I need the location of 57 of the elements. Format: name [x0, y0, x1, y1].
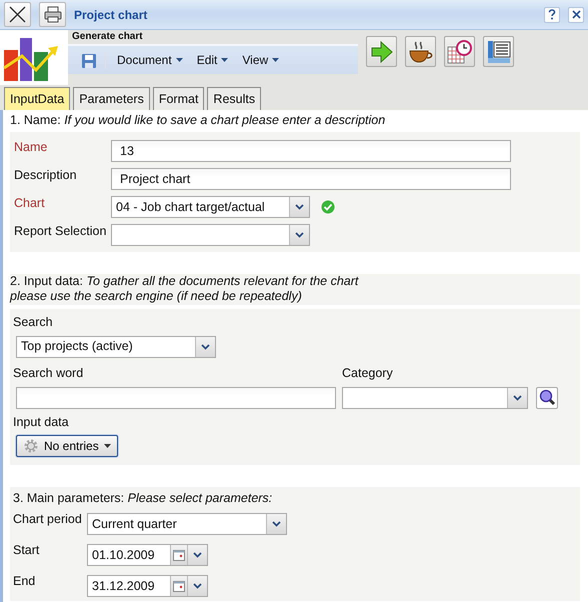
field-label: Search	[13, 314, 54, 331]
go-button[interactable]	[366, 36, 397, 67]
calendar-clock-icon	[446, 40, 472, 64]
printer-icon	[44, 6, 62, 23]
help-icon	[548, 8, 556, 20]
section-heading: 3. Main parameters: Please select parameters:	[13, 491, 274, 506]
close-button[interactable]	[568, 6, 584, 22]
section-heading: 2. Input data: To gather all the documents relevant for the chart please use the search engine (if need be repeatedly)	[10, 274, 360, 304]
layout-button[interactable]	[483, 36, 514, 67]
ruler-list-icon	[486, 40, 510, 64]
arrow-right-icon	[370, 40, 394, 64]
menu-button[interactable]: Document	[110, 51, 190, 69]
toolbar-title: Generate chart	[71, 30, 144, 44]
text-field[interactable]: Project chart	[111, 168, 511, 190]
field-label: Name	[14, 139, 48, 155]
dropdown[interactable]: 04 - Job chart target/actual	[111, 196, 310, 218]
tab[interactable]: Format	[152, 87, 204, 110]
field-label: Search word	[13, 364, 84, 382]
date-field[interactable]: 31.12.2009	[87, 575, 208, 598]
tab[interactable]: InputData	[4, 87, 70, 110]
field-label: Category	[342, 364, 394, 382]
close-icon	[572, 10, 580, 19]
field-label: Chart period	[13, 511, 83, 528]
print-button[interactable]	[39, 2, 66, 27]
calendar-icon	[173, 580, 185, 592]
menu-button[interactable]: View	[235, 51, 286, 69]
caret-icon	[176, 58, 183, 62]
search-button[interactable]	[536, 386, 558, 408]
field-label: Report Selection	[14, 223, 108, 239]
dropdown[interactable]: Current quarter	[87, 513, 287, 536]
field-label: Input data	[13, 414, 70, 431]
text-field[interactable]	[16, 386, 336, 408]
close-button[interactable]	[4, 2, 31, 27]
entries-dropdown-button[interactable]: No entries	[16, 435, 118, 458]
pause-button[interactable]	[405, 36, 436, 67]
text-field[interactable]: 13	[111, 140, 511, 162]
field-label: Description	[14, 167, 78, 183]
close-icon	[9, 6, 26, 23]
caret-icon	[221, 58, 228, 62]
dropdown[interactable]: Top projects (active)	[16, 336, 216, 358]
field-label: Start	[13, 542, 40, 558]
gear-icon	[23, 438, 39, 454]
help-button[interactable]	[544, 6, 560, 22]
date-field[interactable]: 01.10.2009	[87, 544, 208, 566]
menu-button[interactable]: Edit	[190, 51, 236, 69]
calendar-icon	[173, 550, 185, 561]
window-title: Project chart	[74, 6, 148, 24]
caret-icon	[272, 58, 280, 62]
caret-icon	[104, 444, 111, 448]
field-label: End	[13, 573, 36, 590]
section-heading: 1. Name: If you would like to save a chart please enter a description	[10, 113, 386, 128]
field-label: Chart	[14, 195, 46, 211]
schedule-button[interactable]	[444, 36, 475, 67]
coffee-cup-icon	[408, 40, 434, 64]
search-icon	[538, 389, 556, 406]
tab[interactable]: Results	[207, 87, 262, 110]
tab[interactable]: Parameters	[73, 87, 150, 110]
